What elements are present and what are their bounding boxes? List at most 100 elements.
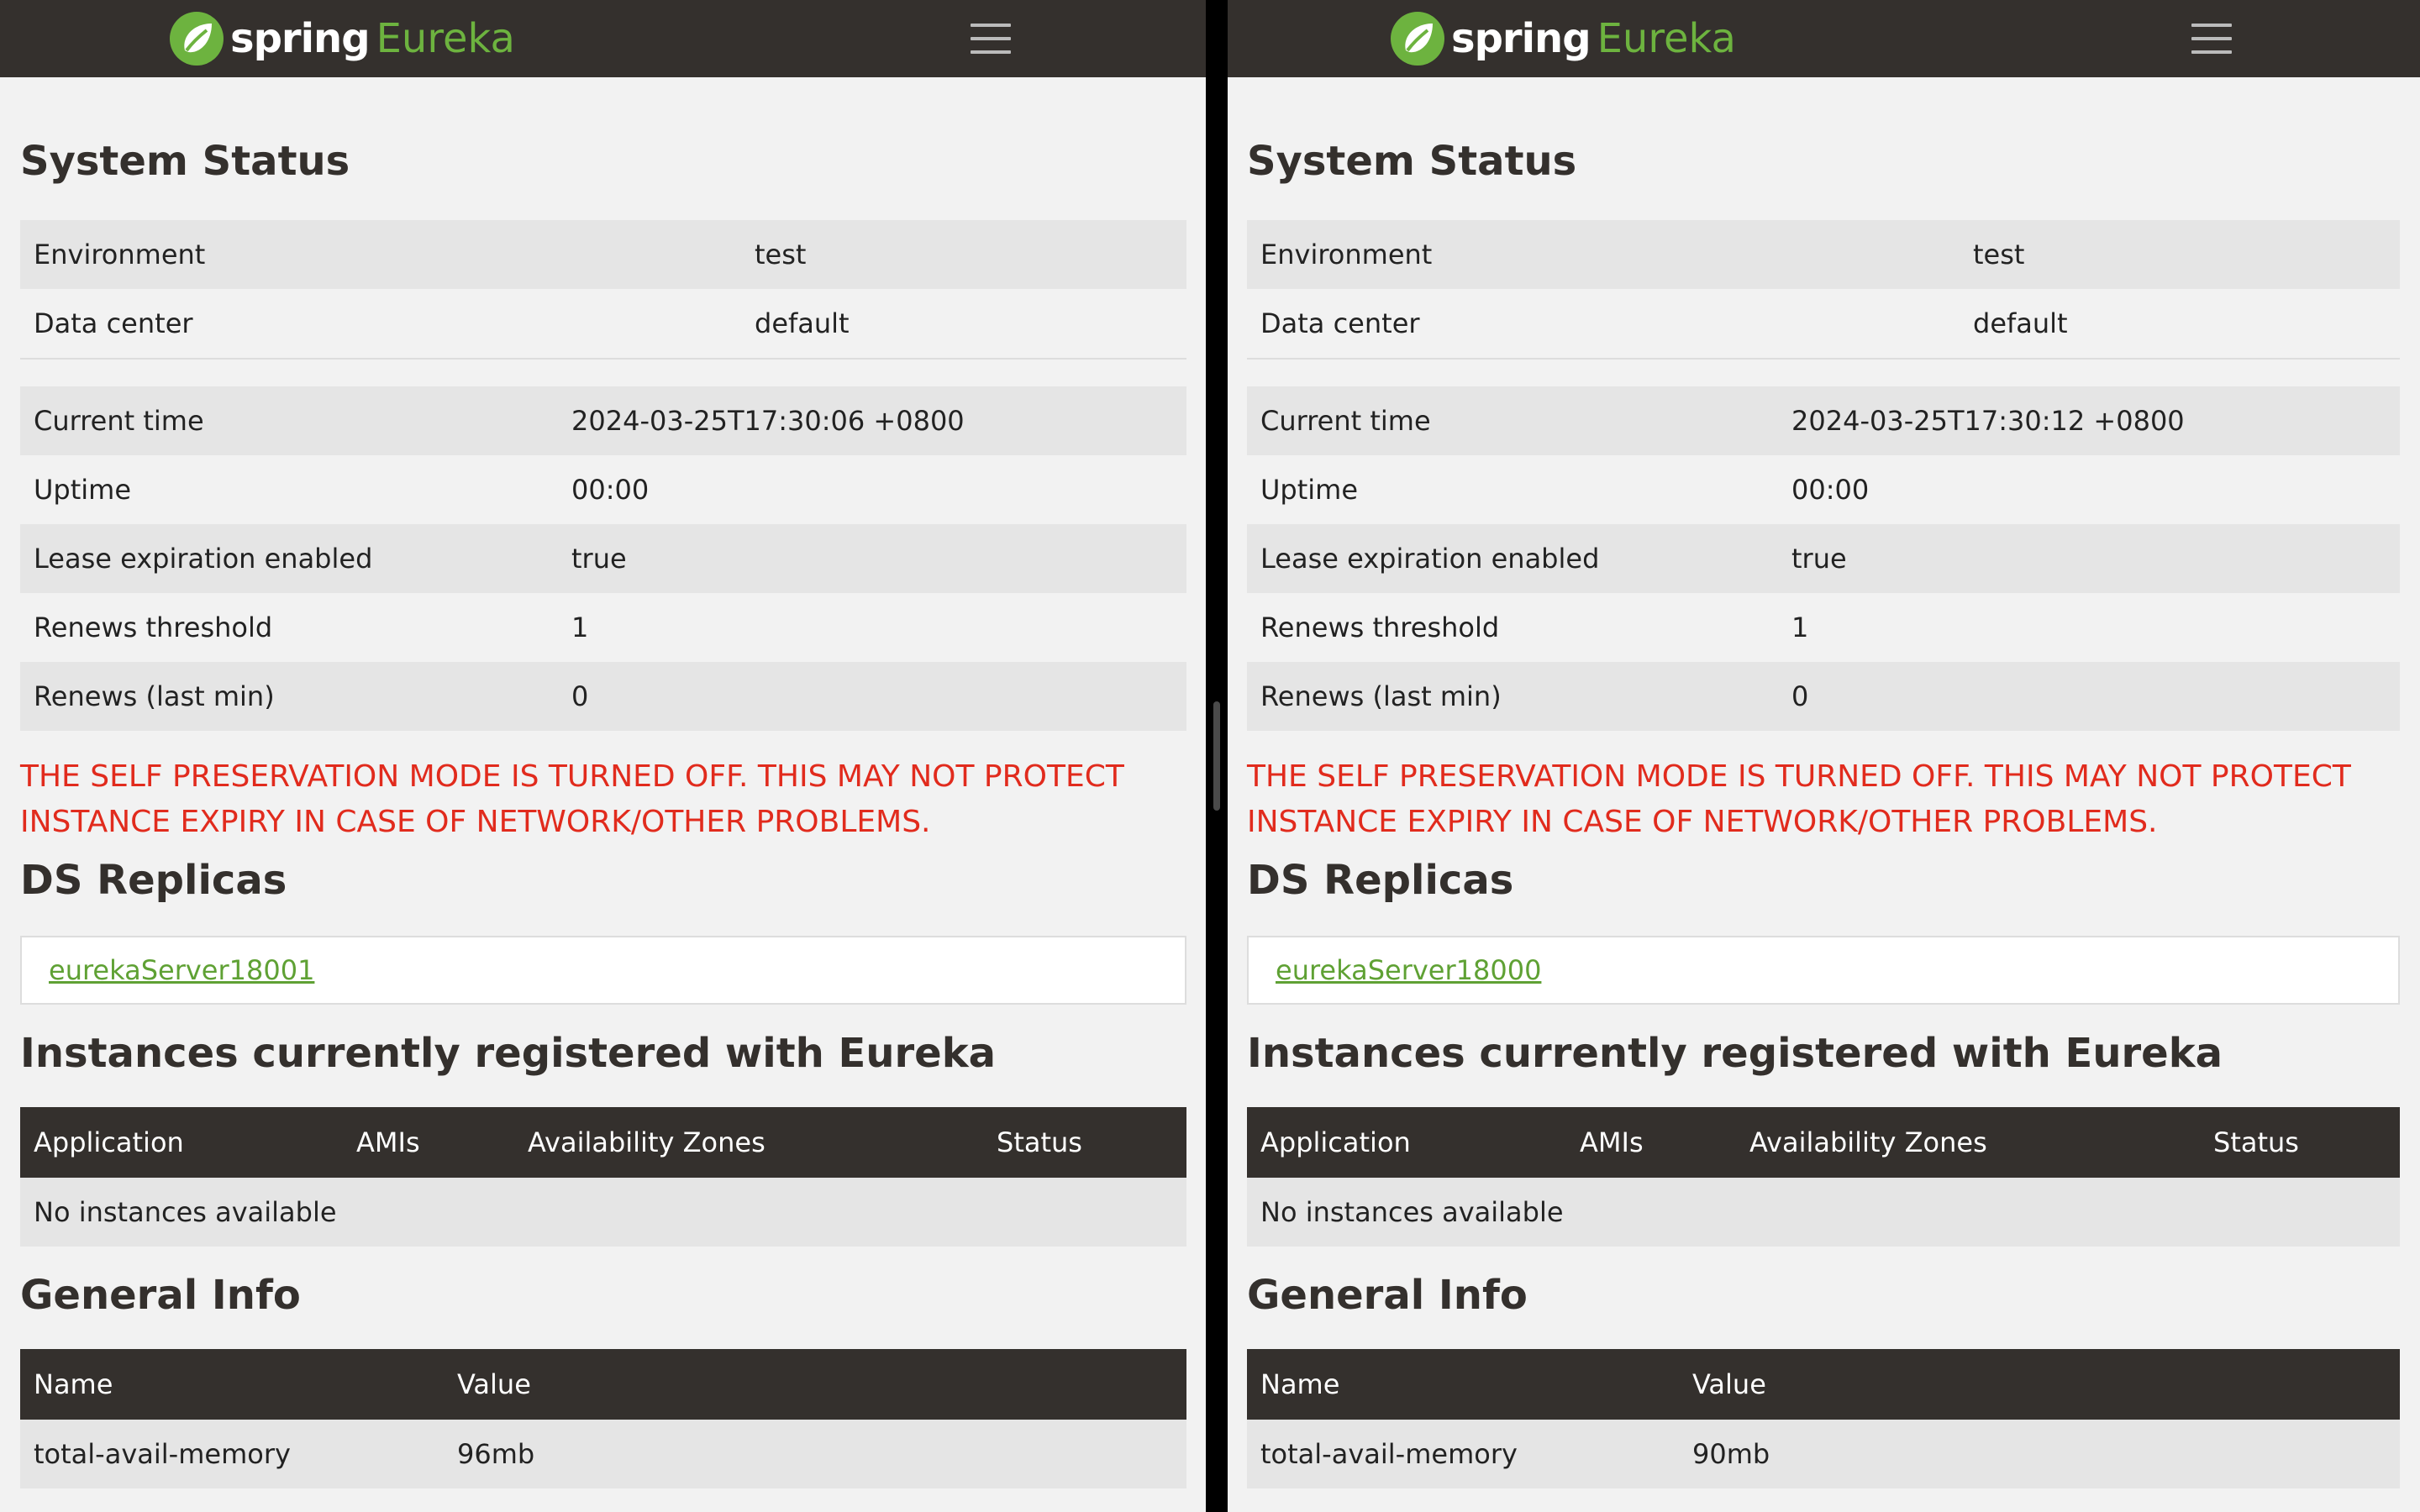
table-row: Renews (last min) 0 <box>20 662 1186 731</box>
info-value: 96mb <box>444 1420 1186 1488</box>
table-row: Current time 2024-03-25T17:30:12 +0800 <box>1247 386 2400 455</box>
hamburger-menu-icon[interactable] <box>2191 22 2232 55</box>
column-header-application[interactable]: Application <box>20 1107 343 1178</box>
ds-replicas-title: DS Replicas <box>1247 857 1514 904</box>
column-header-amis[interactable]: AMIs <box>343 1107 514 1178</box>
current-time-label: Current time <box>20 386 558 455</box>
column-header-value[interactable]: Value <box>444 1349 1186 1420</box>
ds-replicas-list: eurekaServer18001 <box>20 936 1186 1005</box>
env-label: Environment <box>20 220 741 289</box>
renews-threshold-label: Renews threshold <box>34 612 273 643</box>
renews-last-min-label: Renews (last min) <box>1247 662 1778 731</box>
column-header-value[interactable]: Value <box>1679 1349 2400 1420</box>
table-row: Data center default <box>1247 289 2400 359</box>
info-name: total-avail-memory <box>20 1420 444 1488</box>
general-info-title: General Info <box>20 1272 301 1319</box>
lease-expiration-label: Lease expiration enabled <box>1247 524 1778 593</box>
environment-table: Environment test Data center default <box>20 220 1186 360</box>
table-row: Lease expiration enabled true <box>20 524 1186 593</box>
self-preservation-warning: THE SELF PRESERVATION MODE IS TURNED OFF… <box>20 759 1124 839</box>
column-header-availability-zones[interactable]: Availability Zones <box>514 1107 983 1178</box>
datacenter-label: Data center <box>34 307 193 339</box>
env-value: test <box>741 220 1186 289</box>
table-row: Data center default <box>20 289 1186 359</box>
uptime-label: Uptime <box>34 474 132 506</box>
renews-threshold-label: Renews threshold <box>1260 612 1500 643</box>
datacenter-label: Data center <box>1260 307 1420 339</box>
table-row: Renews (last min) 0 <box>1247 662 2400 731</box>
no-instances-message: No instances available <box>1247 1178 2400 1247</box>
env-label: Environment <box>1247 220 1960 289</box>
brand-spring: spring <box>230 15 371 62</box>
column-header-availability-zones[interactable]: Availability Zones <box>1736 1107 2200 1178</box>
env-value: test <box>1960 220 2400 289</box>
spring-leaf-icon <box>1391 12 1444 66</box>
column-header-name[interactable]: Name <box>20 1349 444 1420</box>
table-row: Lease expiration enabled true <box>1247 524 2400 593</box>
instances-title: Instances currently registered with Eure… <box>20 1030 997 1077</box>
datacenter-value: default <box>1973 307 2068 339</box>
status-table: Current time 2024-03-25T17:30:12 +0800 U… <box>1247 386 2400 731</box>
self-preservation-warning: THE SELF PRESERVATION MODE IS TURNED OFF… <box>1247 759 2351 839</box>
brand-spring: spring <box>1451 15 1591 62</box>
table-row: No instances available <box>20 1178 1186 1247</box>
table-row: Renews threshold 1 <box>1247 593 2400 662</box>
ds-replicas-list: eurekaServer18000 <box>1247 936 2400 1005</box>
ds-replicas-title: DS Replicas <box>20 857 287 904</box>
column-header-name[interactable]: Name <box>1247 1349 1679 1420</box>
navbar: spring Eureka <box>1228 0 2420 77</box>
lease-expiration-label: Lease expiration enabled <box>20 524 558 593</box>
table-row: Renews threshold 1 <box>20 593 1186 662</box>
table-row: Environment test <box>1247 220 2400 289</box>
eureka-window-right: spring Eureka System Status Environment t… <box>1228 0 2420 1512</box>
table-row: total-avail-memory 96mb <box>20 1420 1186 1488</box>
no-instances-message: No instances available <box>20 1178 1186 1247</box>
table-row: Uptime 00:00 <box>1247 455 2400 524</box>
general-info-table: Name Value total-avail-memory 96mb <box>20 1349 1186 1488</box>
environment-table: Environment test Data center default <box>1247 220 2400 360</box>
lease-expiration-value: true <box>1778 524 2400 593</box>
renews-last-min-value: 0 <box>558 662 1186 731</box>
brand-eureka: Eureka <box>1597 15 1736 62</box>
table-header-row: Name Value <box>1247 1349 2400 1420</box>
uptime-value: 00:00 <box>571 474 650 506</box>
general-info-table: Name Value total-avail-memory 90mb <box>1247 1349 2400 1488</box>
table-header-row: Name Value <box>20 1349 1186 1420</box>
current-time-label: Current time <box>1247 386 1778 455</box>
table-row: No instances available <box>1247 1178 2400 1247</box>
renews-last-min-label: Renews (last min) <box>20 662 558 731</box>
spring-eureka-logo[interactable]: spring Eureka <box>1391 10 1736 67</box>
instances-table: Application AMIs Availability Zones Stat… <box>20 1107 1186 1247</box>
column-header-amis[interactable]: AMIs <box>1566 1107 1736 1178</box>
navbar: spring Eureka <box>0 0 1206 77</box>
spring-leaf-icon <box>170 12 224 66</box>
hamburger-menu-icon[interactable] <box>971 22 1011 55</box>
instances-table: Application AMIs Availability Zones Stat… <box>1247 1107 2400 1247</box>
current-time-value: 2024-03-25T17:30:12 +0800 <box>1778 386 2400 455</box>
table-header-row: Application AMIs Availability Zones Stat… <box>20 1107 1186 1178</box>
table-header-row: Application AMIs Availability Zones Stat… <box>1247 1107 2400 1178</box>
brand-eureka: Eureka <box>376 15 515 62</box>
replica-link[interactable]: eurekaServer18001 <box>49 954 314 986</box>
column-header-status[interactable]: Status <box>983 1107 1186 1178</box>
eureka-window-left: spring Eureka System Status Environment t… <box>0 0 1206 1512</box>
table-row: Environment test <box>20 220 1186 289</box>
spring-eureka-logo[interactable]: spring Eureka <box>170 10 515 67</box>
info-value: 90mb <box>1679 1420 2400 1488</box>
uptime-value: 00:00 <box>1791 474 1870 506</box>
replica-link[interactable]: eurekaServer18000 <box>1276 954 1541 986</box>
column-header-application[interactable]: Application <box>1247 1107 1566 1178</box>
split-view-resize-handle[interactable] <box>1213 701 1220 811</box>
datacenter-value: default <box>755 307 850 339</box>
column-header-status[interactable]: Status <box>2200 1107 2400 1178</box>
renews-threshold-value: 1 <box>571 612 589 643</box>
status-table: Current time 2024-03-25T17:30:06 +0800 U… <box>20 386 1186 731</box>
table-row: total-avail-memory 90mb <box>1247 1420 2400 1488</box>
system-status-title: System Status <box>20 138 350 185</box>
table-row: Uptime 00:00 <box>20 455 1186 524</box>
renews-threshold-value: 1 <box>1791 612 1809 643</box>
current-time-value: 2024-03-25T17:30:06 +0800 <box>558 386 1186 455</box>
system-status-title: System Status <box>1247 138 1577 185</box>
info-name: total-avail-memory <box>1247 1420 1679 1488</box>
lease-expiration-value: true <box>558 524 1186 593</box>
